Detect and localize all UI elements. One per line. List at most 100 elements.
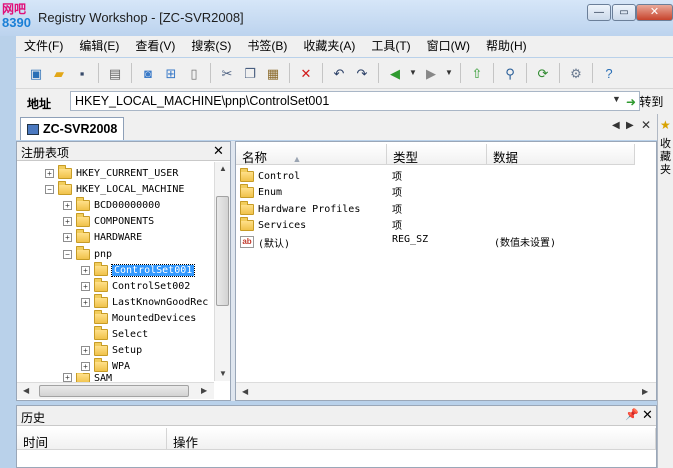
- list-horizontal-scrollbar[interactable]: ◀ ▶: [236, 382, 656, 400]
- tree-node[interactable]: + LastKnownGoodRec: [81, 293, 208, 310]
- menu-bookmarks[interactable]: 书签(B): [239, 36, 295, 57]
- tree-node[interactable]: Select: [81, 325, 148, 342]
- history-column-action[interactable]: 操作: [167, 428, 656, 450]
- history-close-icon[interactable]: ✕: [642, 407, 653, 423]
- tab-close-icon[interactable]: ✕: [641, 118, 651, 132]
- scroll-right-icon[interactable]: ▶: [642, 387, 648, 396]
- expand-icon[interactable]: +: [81, 345, 90, 355]
- connect-computer-icon[interactable]: ◙: [138, 63, 158, 83]
- print-icon[interactable]: ▤: [105, 63, 125, 83]
- list-row[interactable]: Hardware Profiles: [240, 200, 360, 217]
- tree-node[interactable]: + HKEY_CURRENT_USER: [45, 164, 178, 181]
- scroll-right-icon[interactable]: ▶: [201, 386, 207, 395]
- tree-node[interactable]: + HARDWARE: [63, 228, 142, 245]
- help-icon[interactable]: ?: [599, 63, 619, 83]
- forward-dropdown-icon[interactable]: ▼: [444, 63, 454, 83]
- watermark-logo: 网吧 8390: [2, 2, 42, 36]
- toolbar-separator: [378, 63, 379, 83]
- save-icon[interactable]: ▪: [72, 63, 92, 83]
- folder-icon: [94, 325, 108, 340]
- scroll-down-icon[interactable]: ▼: [219, 369, 227, 378]
- tree-horizontal-scrollbar[interactable]: ◀ ▶: [17, 382, 214, 399]
- new-icon[interactable]: ▣: [26, 63, 46, 83]
- list-row[interactable]: ab (默认): [240, 234, 290, 250]
- expand-icon[interactable]: +: [81, 297, 90, 307]
- collapse-icon[interactable]: −: [63, 249, 72, 259]
- collapse-icon[interactable]: −: [45, 184, 54, 194]
- tab-computer[interactable]: ZC-SVR2008: [20, 117, 124, 140]
- menu-tools[interactable]: 工具(T): [363, 36, 418, 57]
- undo-icon[interactable]: ↶: [329, 63, 349, 83]
- open-folder-icon[interactable]: ▰: [49, 63, 69, 83]
- menu-search[interactable]: 搜索(S): [183, 36, 239, 57]
- go-button[interactable]: ➜ 转到: [626, 93, 673, 110]
- address-input[interactable]: HKEY_LOCAL_MACHINE\pnp\ControlSet001: [70, 91, 640, 111]
- tree-node-selected[interactable]: + ControlSet001: [81, 261, 196, 278]
- tree-horizontal-scroll-thumb[interactable]: [39, 385, 189, 397]
- expand-icon[interactable]: +: [81, 361, 90, 371]
- list-row[interactable]: Enum: [240, 183, 282, 200]
- menu-favorites[interactable]: 收藏夹(A): [295, 36, 363, 57]
- expand-icon[interactable]: +: [63, 373, 72, 382]
- find-icon[interactable]: ⚲: [500, 63, 520, 83]
- paste-icon[interactable]: ▦: [263, 63, 283, 83]
- menu-edit[interactable]: 编辑(E): [71, 36, 127, 57]
- tree-node[interactable]: + COMPONENTS: [63, 212, 154, 229]
- toolbar-separator: [98, 63, 99, 83]
- list-row[interactable]: Control: [240, 167, 300, 184]
- scroll-left-icon[interactable]: ◀: [23, 386, 29, 395]
- scroll-left-icon[interactable]: ◀: [242, 387, 248, 396]
- history-column-time[interactable]: 时间: [17, 428, 167, 450]
- menu-view[interactable]: 查看(V): [127, 36, 183, 57]
- tree-node[interactable]: − pnp: [63, 245, 112, 262]
- scroll-up-icon[interactable]: ▲: [219, 164, 227, 173]
- up-level-icon[interactable]: ⇧: [467, 63, 487, 83]
- menu-help[interactable]: 帮助(H): [478, 36, 535, 57]
- expand-icon[interactable]: +: [45, 168, 54, 178]
- minimize-button[interactable]: —: [587, 4, 611, 21]
- redo-icon[interactable]: ↷: [352, 63, 372, 83]
- back-icon[interactable]: ◀: [385, 63, 405, 83]
- copy-icon[interactable]: ❐: [240, 63, 260, 83]
- expand-icon[interactable]: +: [63, 200, 72, 210]
- back-dropdown-icon[interactable]: ▼: [408, 63, 418, 83]
- close-button[interactable]: ✕: [636, 4, 673, 21]
- tree-vertical-scrollbar[interactable]: ▲ ▼: [214, 162, 230, 381]
- list-row[interactable]: Services: [240, 216, 306, 233]
- expand-icon[interactable]: +: [81, 281, 90, 291]
- tree-node[interactable]: − HKEY_LOCAL_MACHINE: [45, 180, 184, 197]
- network-icon[interactable]: ⊞: [161, 63, 181, 83]
- column-header-label: 名称: [242, 151, 268, 165]
- tree-node[interactable]: + SAM: [63, 373, 112, 382]
- favorites-side-panel[interactable]: ★ 收藏夹: [657, 114, 673, 468]
- refresh-icon[interactable]: ⟳: [533, 63, 553, 83]
- tree-node[interactable]: + BCD00000000: [63, 196, 160, 213]
- column-header-name[interactable]: 名称 ▲: [236, 144, 387, 165]
- cut-icon[interactable]: ✂: [217, 63, 237, 83]
- tab-scroll-left-icon[interactable]: ◀: [612, 120, 620, 131]
- expand-icon[interactable]: +: [63, 232, 72, 242]
- pin-icon[interactable]: 📌: [625, 408, 639, 421]
- tree-node[interactable]: + Setup: [81, 341, 142, 358]
- menu-window[interactable]: 窗口(W): [419, 36, 478, 57]
- tree-vertical-scroll-thumb[interactable]: [216, 196, 229, 306]
- delete-icon[interactable]: ✕: [296, 63, 316, 83]
- tree-pane-close-icon[interactable]: ✕: [213, 143, 224, 159]
- values-list-pane: 名称 ▲ 类型 数据 Control 项 Enum 项 Hardware Pro…: [235, 141, 657, 401]
- column-header-data[interactable]: 数据: [487, 144, 635, 165]
- menu-file[interactable]: 文件(F): [16, 36, 71, 57]
- address-dropdown-icon[interactable]: ▼: [612, 94, 621, 104]
- no-expander: [81, 330, 90, 339]
- column-header-type[interactable]: 类型: [387, 144, 487, 165]
- forward-icon[interactable]: ▶: [421, 63, 441, 83]
- folder-icon: [76, 228, 90, 243]
- expand-icon[interactable]: +: [81, 265, 90, 275]
- tab-scroll-right-icon[interactable]: ▶: [626, 120, 634, 131]
- tree-node[interactable]: + ControlSet002: [81, 277, 190, 294]
- settings-gear-icon[interactable]: ⚙: [566, 63, 586, 83]
- maximize-button[interactable]: ▭: [612, 4, 636, 21]
- tree-node[interactable]: MountedDevices: [81, 309, 196, 326]
- tree-node[interactable]: + WPA: [81, 357, 130, 374]
- expand-icon[interactable]: +: [63, 216, 72, 226]
- disconnect-icon[interactable]: ▯: [184, 63, 204, 83]
